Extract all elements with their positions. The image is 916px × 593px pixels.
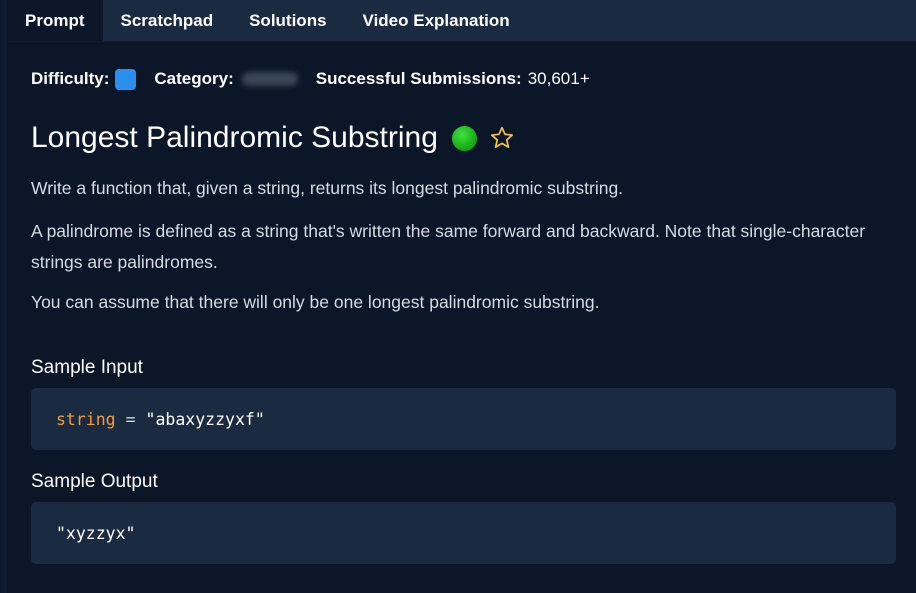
submissions-label: Successful Submissions: — [315, 69, 522, 88]
description-paragraph-2: A palindrome is defined as a string that… — [31, 221, 866, 272]
input-value: "abaxyzzyxf" — [145, 409, 265, 429]
sample-input-heading: Sample Input — [31, 357, 143, 378]
tab-solutions[interactable]: Solutions — [231, 0, 344, 41]
completion-status-icon — [451, 125, 477, 151]
category-value-hidden — [241, 72, 298, 86]
prompt-panel: Difficulty: Category: Successful Submiss… — [7, 42, 916, 593]
output-value: "xyzzyx" — [56, 523, 136, 543]
sample-input-code: string = "abaxyzzyxf" — [31, 388, 896, 450]
sample-output-code: "xyzzyx" — [31, 502, 896, 564]
category-label: Category: — [154, 69, 234, 88]
tab-bar: Prompt Scratchpad Solutions Video Explan… — [7, 0, 916, 42]
input-operator: = — [125, 409, 136, 429]
input-variable: string — [56, 409, 116, 429]
tab-video-explanation[interactable]: Video Explanation — [345, 0, 528, 41]
page-title: Longest Palindromic Substring — [31, 121, 438, 154]
submissions-value: 30,601+ — [527, 69, 590, 88]
description-paragraph-3: You can assume that there will only be o… — [31, 292, 600, 312]
sample-output-heading: Sample Output — [31, 471, 158, 492]
tab-scratchpad[interactable]: Scratchpad — [103, 0, 232, 41]
star-icon[interactable] — [489, 125, 515, 151]
problem-meta: Difficulty: Category: Successful Submiss… — [31, 68, 590, 90]
tab-prompt[interactable]: Prompt — [7, 0, 103, 41]
description-paragraph-1: Write a function that, given a string, r… — [31, 178, 624, 198]
difficulty-label: Difficulty: — [31, 69, 110, 88]
difficulty-indicator-icon — [115, 68, 137, 90]
left-rail — [0, 0, 7, 593]
title-row: Longest Palindromic Substring — [31, 118, 515, 158]
